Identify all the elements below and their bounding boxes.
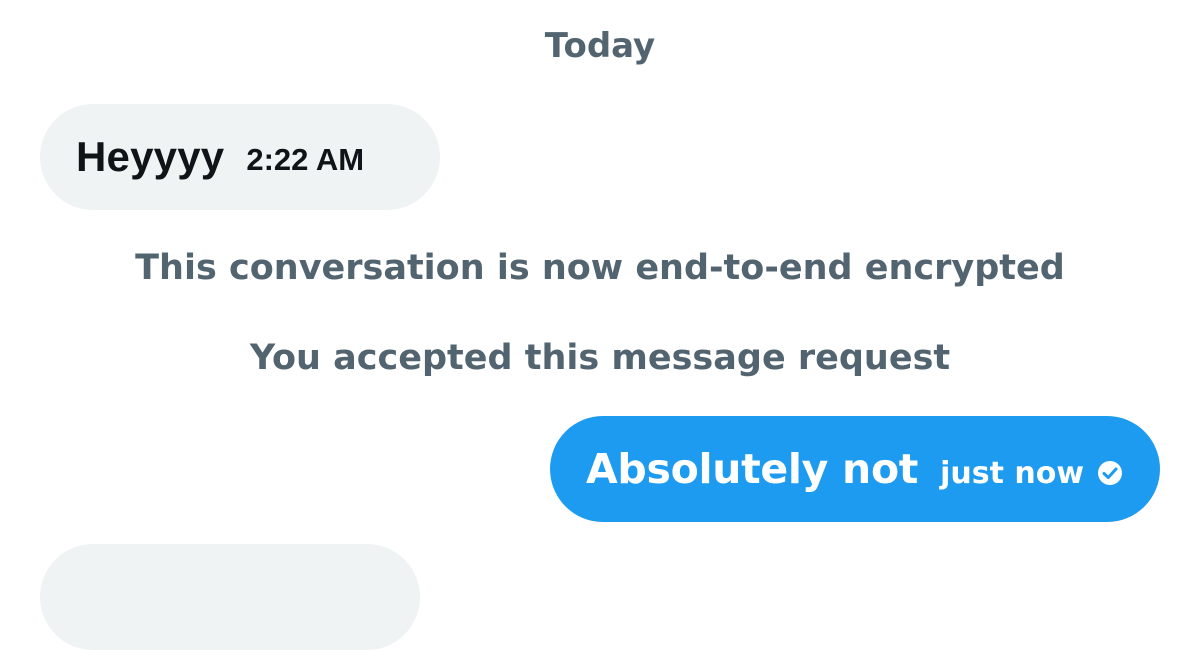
message-timestamp: just now [940,455,1085,491]
message-text: Heyyyy [76,133,225,180]
received-message-bubble[interactable]: Heyyyy 2:22 AM [40,104,440,210]
request-accepted-notice: You accepted this message request [249,338,951,378]
day-separator: Today [544,26,656,66]
message-text: Absolutely not [586,445,919,493]
message-timestamp: 2:22 AM [246,142,365,177]
check-circle-icon [1096,459,1124,487]
received-message-bubble-partial[interactable] [40,544,420,650]
encryption-notice: This conversation is now end-to-end encr… [135,248,1065,288]
sent-message-bubble[interactable]: Absolutely not just now [550,416,1160,522]
